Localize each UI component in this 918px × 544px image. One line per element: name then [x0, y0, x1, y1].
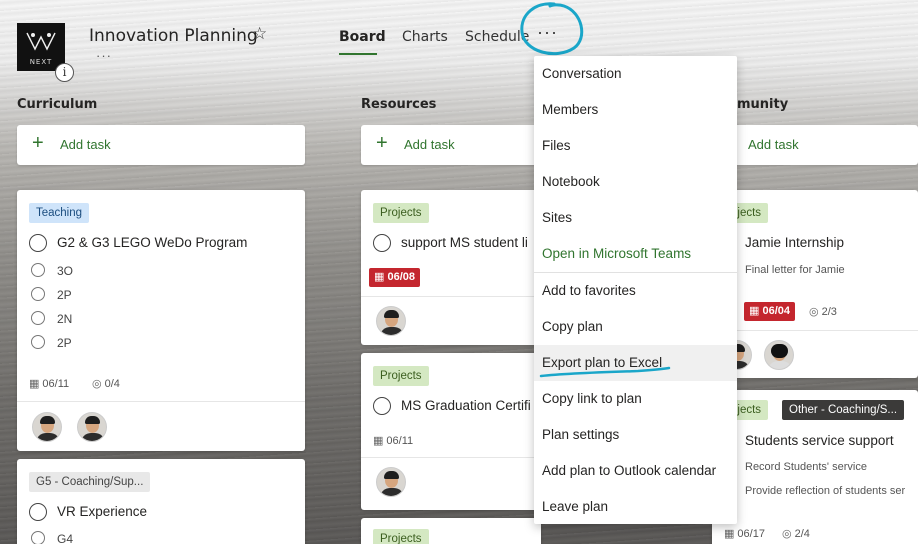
label-tag: Other - Coaching/S...: [782, 400, 905, 420]
checklist-checkbox[interactable]: [31, 287, 45, 301]
tab-charts[interactable]: Charts: [402, 29, 448, 45]
task-note: Final letter for Jamie: [745, 264, 845, 276]
checklist-icon: ◎: [809, 306, 819, 318]
more-options-menu: Conversation Members Files Notebook Site…: [534, 56, 737, 524]
calendar-icon: ▦: [373, 435, 384, 447]
task-card[interactable]: Projects MS Graduation Certifi ▦ 06/11: [361, 353, 541, 510]
plan-logo: NEXT: [17, 23, 65, 71]
checklist-progress: ◎ 2/3: [809, 306, 837, 318]
menu-item-plan-settings[interactable]: Plan settings: [534, 417, 737, 453]
checklist-item: 3O: [57, 264, 74, 278]
bucket-title-curriculum: Curriculum: [17, 97, 98, 112]
label-tag: Projects: [373, 366, 429, 386]
checklist-item: Record Students' service: [745, 461, 867, 473]
page-title: Innovation Planning: [89, 26, 258, 46]
avatar[interactable]: [376, 467, 406, 497]
add-task-button[interactable]: Add task: [730, 125, 918, 165]
menu-item-files[interactable]: Files: [534, 128, 737, 164]
active-tab-indicator: [339, 53, 377, 55]
card-divider: [17, 401, 305, 402]
avatar[interactable]: [764, 340, 794, 370]
calendar-icon: ▦: [749, 305, 760, 317]
checklist-checkbox[interactable]: [31, 335, 45, 349]
due-date: ▦ 06/11: [29, 378, 70, 390]
checklist-item: G4: [57, 532, 74, 544]
plus-icon: +: [376, 132, 388, 154]
bucket-title-community: munity: [737, 97, 789, 112]
task-title: VR Experience: [57, 504, 148, 519]
menu-item-copy-link[interactable]: Copy link to plan: [534, 381, 737, 417]
logo-mark-icon: [26, 32, 56, 51]
menu-item-open-in-teams[interactable]: Open in Microsoft Teams: [534, 236, 737, 272]
complete-task-checkbox[interactable]: [373, 397, 391, 415]
info-icon[interactable]: i: [55, 63, 74, 82]
label-tag: Projects: [373, 529, 429, 544]
card-divider: [712, 330, 918, 331]
avatar[interactable]: [77, 412, 107, 442]
checklist-item: 2P: [57, 288, 72, 302]
annotation-circle-icon: [520, 2, 584, 56]
label-tag: Projects: [373, 203, 429, 223]
menu-item-sites[interactable]: Sites: [534, 200, 737, 236]
task-title: support MS student li: [401, 235, 528, 250]
task-title: G2 & G3 LEGO WeDo Program: [57, 235, 248, 250]
add-task-label: Add task: [404, 137, 455, 152]
label-tag: Teaching: [29, 203, 90, 223]
checklist-checkbox[interactable]: [31, 531, 45, 544]
checklist-progress: ◎ 0/4: [92, 378, 120, 390]
task-card[interactable]: ojects Other - Coaching/S... Students se…: [712, 390, 918, 544]
add-task-button[interactable]: + Add task: [17, 125, 305, 165]
overdue-date-badge: ▦ 06/08: [369, 268, 420, 287]
favorite-star-icon[interactable]: ☆: [252, 24, 267, 44]
calendar-icon: ▦: [724, 528, 735, 540]
task-card[interactable]: G5 - Coaching/Sup... VR Experience G4: [17, 459, 305, 544]
menu-item-members[interactable]: Members: [534, 92, 737, 128]
complete-task-checkbox[interactable]: [373, 234, 391, 252]
menu-item-add-to-outlook[interactable]: Add plan to Outlook calendar: [534, 453, 737, 489]
menu-item-notebook[interactable]: Notebook: [534, 164, 737, 200]
checklist-progress: ◎ 2/4: [782, 528, 810, 540]
avatar[interactable]: [32, 412, 62, 442]
calendar-icon: ▦: [29, 378, 40, 390]
task-card[interactable]: Projects support MS student li ▦ 06/08: [361, 190, 541, 345]
checklist-icon: ◎: [92, 378, 102, 390]
add-task-label: Add task: [748, 137, 799, 152]
plus-icon: +: [32, 132, 44, 154]
checklist-item: Provide reflection of students ser: [745, 485, 906, 497]
task-title: Jamie Internship: [745, 235, 845, 250]
checklist-item: 2N: [57, 312, 73, 326]
add-task-label: Add task: [60, 137, 111, 152]
menu-item-leave-plan[interactable]: Leave plan: [534, 489, 737, 525]
calendar-icon: ▦: [374, 271, 385, 283]
add-task-button[interactable]: + Add task: [361, 125, 541, 165]
task-card[interactable]: Teaching G2 & G3 LEGO WeDo Program 3O 2P…: [17, 190, 305, 451]
task-title: Students service support: [745, 433, 894, 448]
due-date: ▦ 06/17: [724, 528, 765, 540]
bucket-title-resources: Resources: [361, 97, 437, 112]
menu-item-add-to-favorites[interactable]: Add to favorites: [534, 273, 737, 309]
tab-board[interactable]: Board: [339, 29, 386, 45]
menu-item-copy-plan[interactable]: Copy plan: [534, 309, 737, 345]
title-more-icon[interactable]: ···: [96, 48, 112, 63]
label-tag: G5 - Coaching/Sup...: [29, 472, 151, 492]
card-divider: [361, 296, 541, 297]
card-divider: [361, 457, 541, 458]
task-card[interactable]: Projects: [361, 518, 541, 544]
avatar[interactable]: [376, 306, 406, 336]
menu-item-conversation[interactable]: Conversation: [534, 56, 737, 92]
task-card[interactable]: ojects Jamie Internship Final letter for…: [712, 190, 918, 378]
complete-task-checkbox[interactable]: [29, 234, 47, 252]
task-title: MS Graduation Certifi: [401, 398, 531, 413]
overdue-date-badge: ▦ 06/04: [744, 302, 795, 321]
annotation-underline-icon: [539, 366, 671, 378]
checklist-checkbox[interactable]: [31, 311, 45, 325]
checklist-icon: ◎: [782, 528, 792, 540]
complete-task-checkbox[interactable]: [29, 503, 47, 521]
due-date: ▦ 06/11: [373, 435, 414, 447]
checklist-item: 2P: [57, 336, 72, 350]
checklist-checkbox[interactable]: [31, 263, 45, 277]
